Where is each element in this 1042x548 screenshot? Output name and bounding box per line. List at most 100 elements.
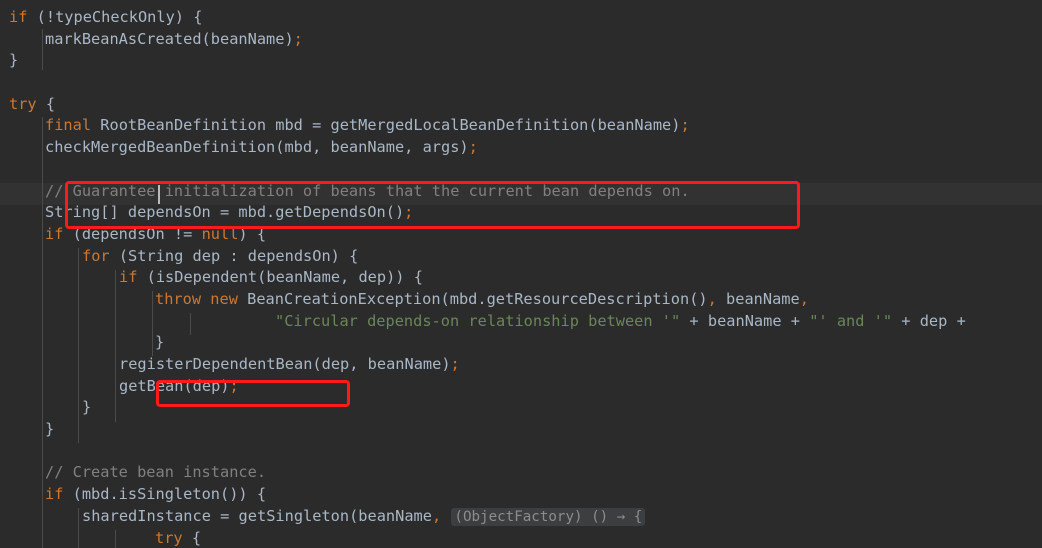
code-line[interactable]: if (isDependent(beanName, dep)) { (0, 267, 1042, 289)
token-operator: + (680, 311, 708, 330)
token-keyword: final (45, 116, 92, 135)
token-semicolon: ; (680, 116, 690, 135)
token-operator: + (781, 311, 810, 330)
code-line[interactable]: } (0, 332, 1042, 354)
token-keyword: try (9, 94, 37, 113)
token-semicolon: ; (293, 29, 303, 48)
token-call: registerDependentBean(dep, beanName) (119, 355, 451, 373)
code-lines: if (!typeCheckOnly) { markBeanAsCreated(… (0, 0, 1042, 548)
token-semicolon: ; (450, 355, 460, 373)
code-line[interactable]: // Create bean instance. (0, 462, 1042, 484)
code-line-blank[interactable] (0, 72, 1042, 94)
token-operator: + (892, 311, 920, 330)
code-line[interactable]: } (0, 419, 1042, 441)
token-comma: , (707, 289, 717, 308)
code-line[interactable]: "Circular depends-on relationship betwee… (0, 311, 1042, 333)
token-keyword: throw (155, 289, 202, 308)
code-line[interactable]: } (0, 50, 1042, 72)
token-operator: + (947, 311, 975, 330)
code-line-comment-dependson[interactable]: // Guarantee initialization of beans tha… (0, 181, 1042, 203)
code-line-blank[interactable] (0, 441, 1042, 463)
code-line-dependson-decl[interactable]: String[] dependsOn = mbd.getDependsOn(); (0, 202, 1042, 224)
token-string: "' and '" (809, 311, 893, 330)
token-brace: { (182, 528, 202, 547)
code-line[interactable]: if (dependsOn != null) { (0, 224, 1042, 246)
token-code: (isDependent(beanName, dep)) { (137, 268, 423, 287)
token-brace: } (45, 420, 55, 439)
token-decl: RootBeanDefinition mbd = getMergedLocalB… (91, 116, 681, 135)
token-brace: } (82, 398, 92, 417)
inlay-hint-objectfactory[interactable]: (ObjectFactory) () → { (451, 507, 646, 526)
code-line[interactable]: throw new BeanCreationException(mbd.getR… (0, 289, 1042, 311)
token-identifier: typeCheckOnly (55, 8, 175, 26)
code-line[interactable]: checkMergedBeanDefinition(mbd, beanName,… (0, 137, 1042, 159)
token-code: String[] dependsOn = mbd.getDependsOn() (45, 203, 405, 222)
token-keyword-null: null (201, 224, 239, 243)
code-editor-viewport[interactable]: if (!typeCheckOnly) { markBeanAsCreated(… (0, 0, 1042, 548)
code-line[interactable]: try { (0, 94, 1042, 116)
token-code: (mbd.isSingleton()) { (63, 485, 267, 504)
code-line[interactable]: sharedInstance = getSingleton(beanName, … (0, 506, 1042, 528)
code-line[interactable]: if (!typeCheckOnly) { (0, 7, 1042, 29)
token-code: (String dep : dependsOn) { (109, 246, 359, 265)
token-keyword: for (82, 246, 110, 265)
token-keyword: if (45, 224, 64, 243)
token-identifier: beanName (707, 311, 782, 330)
code-line-blank[interactable] (0, 159, 1042, 181)
code-line[interactable]: registerDependentBean(dep, beanName); (0, 354, 1042, 376)
token-comma: , (431, 506, 442, 525)
token-keyword: try (155, 528, 183, 547)
token-semicolon: ; (404, 203, 414, 222)
code-line-getbean[interactable]: getBean(dep); (0, 376, 1042, 398)
token-code: BeanCreationException(mbd.getResourceDes… (237, 289, 708, 308)
code-line[interactable]: } (0, 397, 1042, 419)
token-code: sharedInstance = getSingleton(beanName (82, 506, 432, 525)
token-semicolon: ; (468, 138, 478, 157)
token-punct: (! (27, 8, 56, 26)
token-keyword: if (45, 485, 64, 504)
token-brace: } (155, 333, 165, 352)
token-keyword: if (119, 268, 138, 287)
token-call: markBeanAsCreated(beanName) (45, 29, 294, 48)
token-brace: { (36, 94, 56, 113)
token-call: checkMergedBeanDefinition(mbd, beanName,… (45, 138, 469, 157)
token-identifier: beanName (716, 289, 800, 308)
token-comment: // Guarantee initialization of beans tha… (45, 181, 690, 200)
token-punct: ) { (174, 8, 203, 26)
token-keyword: if (9, 8, 28, 26)
token-semicolon: ; (229, 376, 239, 395)
code-line[interactable]: markBeanAsCreated(beanName); (0, 29, 1042, 51)
token-code: (dependsOn != (63, 224, 202, 243)
token-call-getbean: getBean(dep) (119, 376, 230, 395)
token-punct: ) { (238, 224, 267, 243)
token-comment: // Create bean instance. (45, 463, 267, 482)
code-line[interactable]: for (String dep : dependsOn) { (0, 246, 1042, 268)
token-string: "Circular depends-on relationship betwee… (275, 311, 681, 330)
code-line[interactable]: try { (0, 528, 1042, 548)
token-brace: } (9, 51, 19, 70)
code-line[interactable]: if (mbd.isSingleton()) { (0, 484, 1042, 506)
code-line[interactable]: final RootBeanDefinition mbd = getMerged… (0, 115, 1042, 137)
token-identifier: dep (919, 311, 948, 330)
text-caret (158, 185, 160, 204)
